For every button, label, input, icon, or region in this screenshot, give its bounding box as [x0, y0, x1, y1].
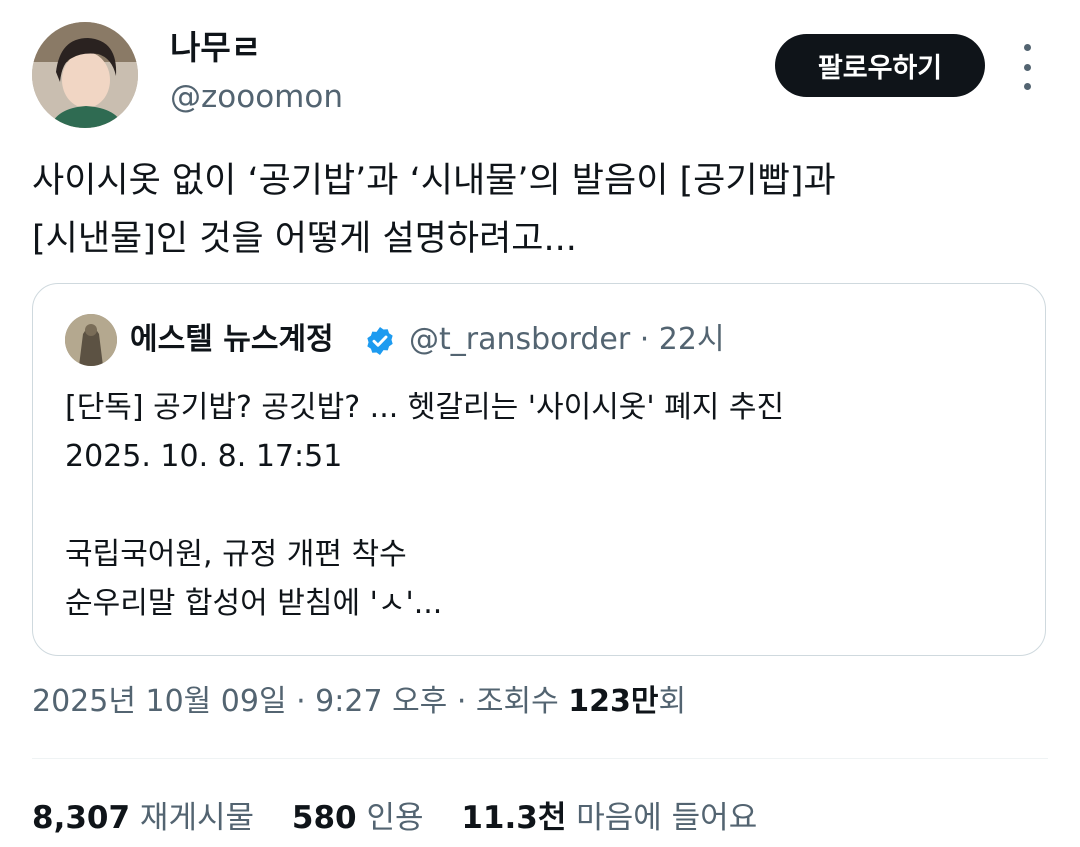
- author-name[interactable]: 나무ㄹ: [170, 28, 261, 68]
- more-dot: [1023, 63, 1031, 71]
- more-options-icon[interactable]: [1012, 44, 1042, 90]
- quoted-tweet-card[interactable]: 에스텔 뉴스계정 @t_ransborder · 22시 [단독] 공기밥? 공…: [32, 283, 1046, 656]
- tweet-timestamp[interactable]: 2025년 10월 09일 · 9:27 오후 · 조회수 123만회: [32, 680, 686, 724]
- quoted-time: · 22시: [639, 322, 725, 357]
- quoted-author-avatar: [65, 314, 117, 366]
- quotes-count[interactable]: 580: [292, 800, 357, 836]
- datetime-text: 2025년 10월 09일 · 9:27 오후 · 조회수: [32, 684, 569, 719]
- quoted-line: 2025. 10. 8. 17:51: [65, 439, 343, 474]
- quoted-line: 국립국어원, 규정 개편 착수: [65, 537, 407, 572]
- quoted-line: [단독] 공기밥? 공깃밥? ... 헷갈리는 '사이시옷' 폐지 추진: [65, 390, 785, 425]
- more-dot: [1023, 44, 1031, 51]
- reposts-label[interactable]: 재게시물: [140, 800, 254, 836]
- quoted-meta: @t_ransborder · 22시: [409, 320, 725, 360]
- tweet-line: 사이시옷 없이 ‘공기밥’과 ‘시내물’의 발음이 [공기빱]과: [32, 161, 836, 201]
- quoted-line: [65, 481, 784, 530]
- quoted-text: [단독] 공기밥? 공깃밥? ... 헷갈리는 '사이시옷' 폐지 추진 202…: [65, 383, 784, 628]
- follow-button[interactable]: 팔로우하기: [775, 34, 985, 97]
- more-dot: [1023, 83, 1031, 90]
- likes-label[interactable]: 마음에 들어요: [576, 800, 757, 836]
- verified-badge-icon: [367, 327, 393, 355]
- quoted-handle: @t_ransborder: [409, 322, 631, 357]
- engagement-stats: 8,307 재게시물 580 인용 11.3천 마음에 들어요: [32, 796, 785, 840]
- tweet-line: [시낸물]인 것을 어떻게 설명하려고...: [32, 219, 577, 259]
- views-suffix: 회: [658, 684, 687, 719]
- reposts-count[interactable]: 8,307: [32, 800, 130, 836]
- divider: [32, 758, 1048, 759]
- quoted-line: 순우리말 합성어 받침에 'ㅅ'...: [65, 586, 443, 621]
- quotes-label[interactable]: 인용: [366, 800, 423, 836]
- views-count: 123만: [568, 684, 659, 719]
- quoted-author-name: 에스텔 뉴스계정: [130, 322, 334, 357]
- author-avatar[interactable]: [32, 22, 138, 128]
- tweet-text: 사이시옷 없이 ‘공기밥’과 ‘시내물’의 발음이 [공기빱]과 [시낸물]인 …: [32, 152, 1042, 268]
- likes-count[interactable]: 11.3천: [461, 800, 566, 836]
- author-handle[interactable]: @zooomon: [170, 78, 343, 116]
